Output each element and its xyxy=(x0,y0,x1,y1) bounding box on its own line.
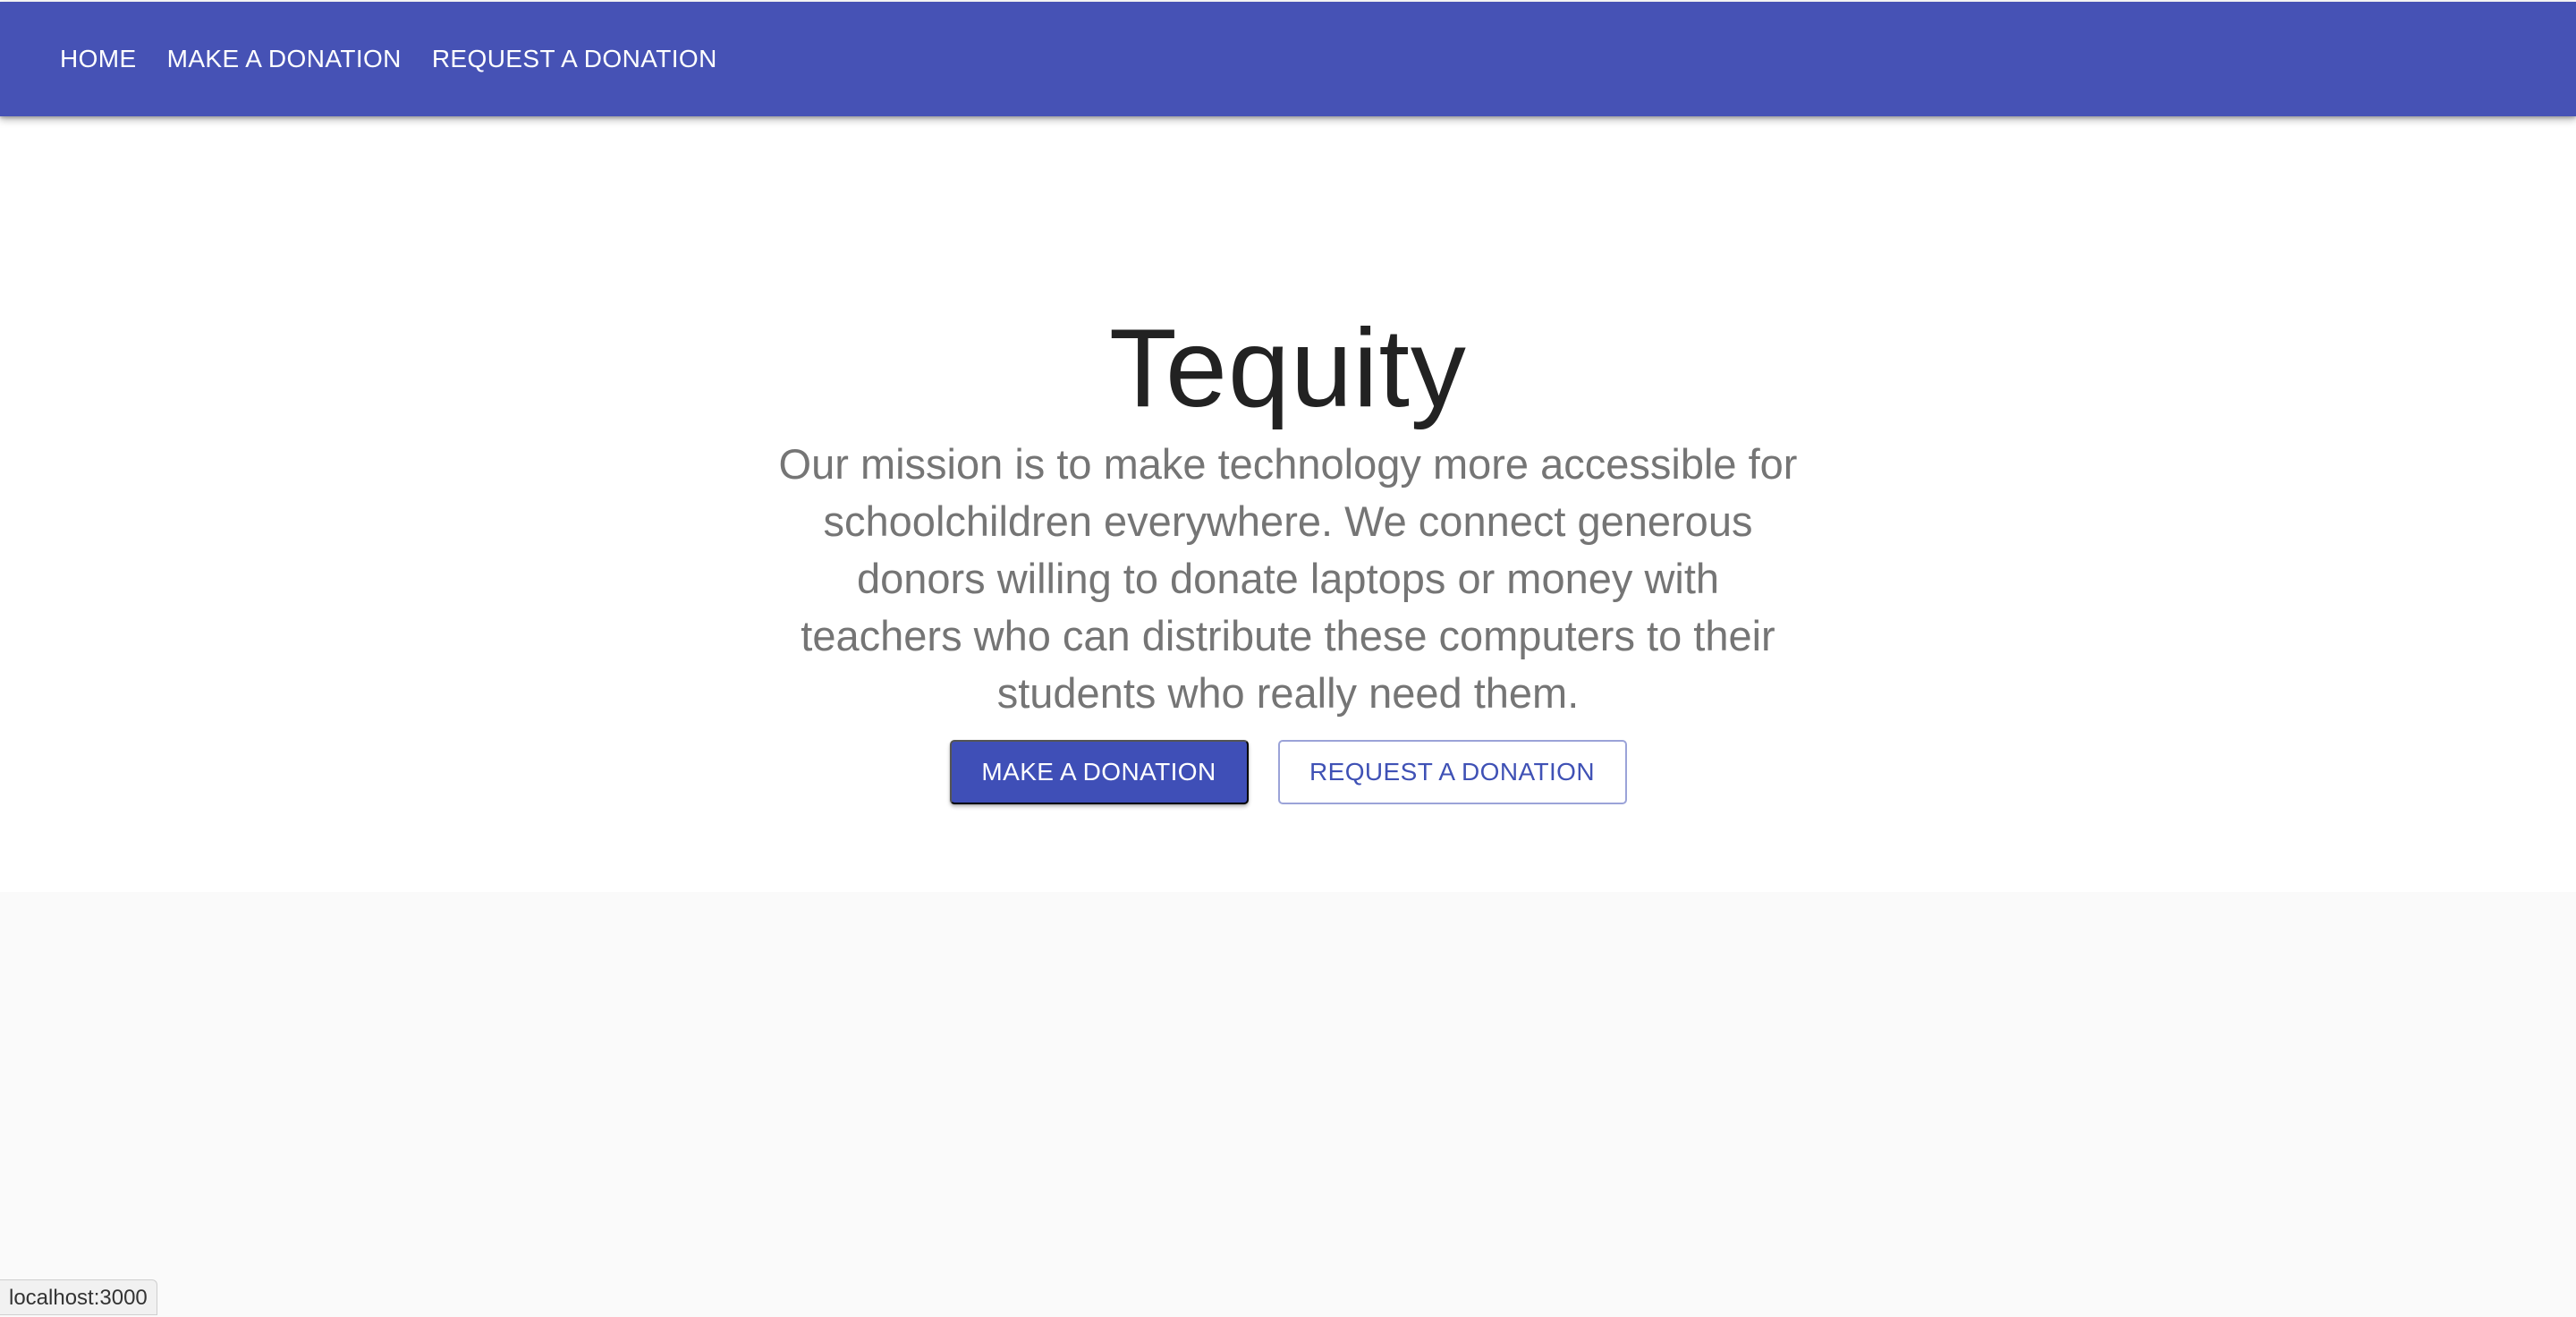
nav-home-link[interactable]: HOME xyxy=(45,29,152,89)
nav-request-donation-link[interactable]: REQUEST A DONATION xyxy=(417,29,733,89)
hero-section: Tequity Our mission is to make technolog… xyxy=(0,116,2576,892)
request-donation-button[interactable]: REQUEST A DONATION xyxy=(1277,740,1627,804)
mission-statement: Our mission is to make technology more a… xyxy=(778,440,1798,717)
make-donation-button[interactable]: MAKE A DONATION xyxy=(949,740,1249,804)
page-title: Tequity xyxy=(1109,307,1467,431)
nav-make-donation-link[interactable]: MAKE A DONATION xyxy=(152,29,417,89)
top-app-bar: HOME MAKE A DONATION REQUEST A DONATION xyxy=(0,2,2576,116)
hero-actions: MAKE A DONATION REQUEST A DONATION xyxy=(0,740,2576,804)
browser-status-url: localhost:3000 xyxy=(0,1279,157,1315)
main-navigation: HOME MAKE A DONATION REQUEST A DONATION xyxy=(45,2,733,116)
tequity-home-page: HOME MAKE A DONATION REQUEST A DONATION … xyxy=(0,0,2576,1317)
